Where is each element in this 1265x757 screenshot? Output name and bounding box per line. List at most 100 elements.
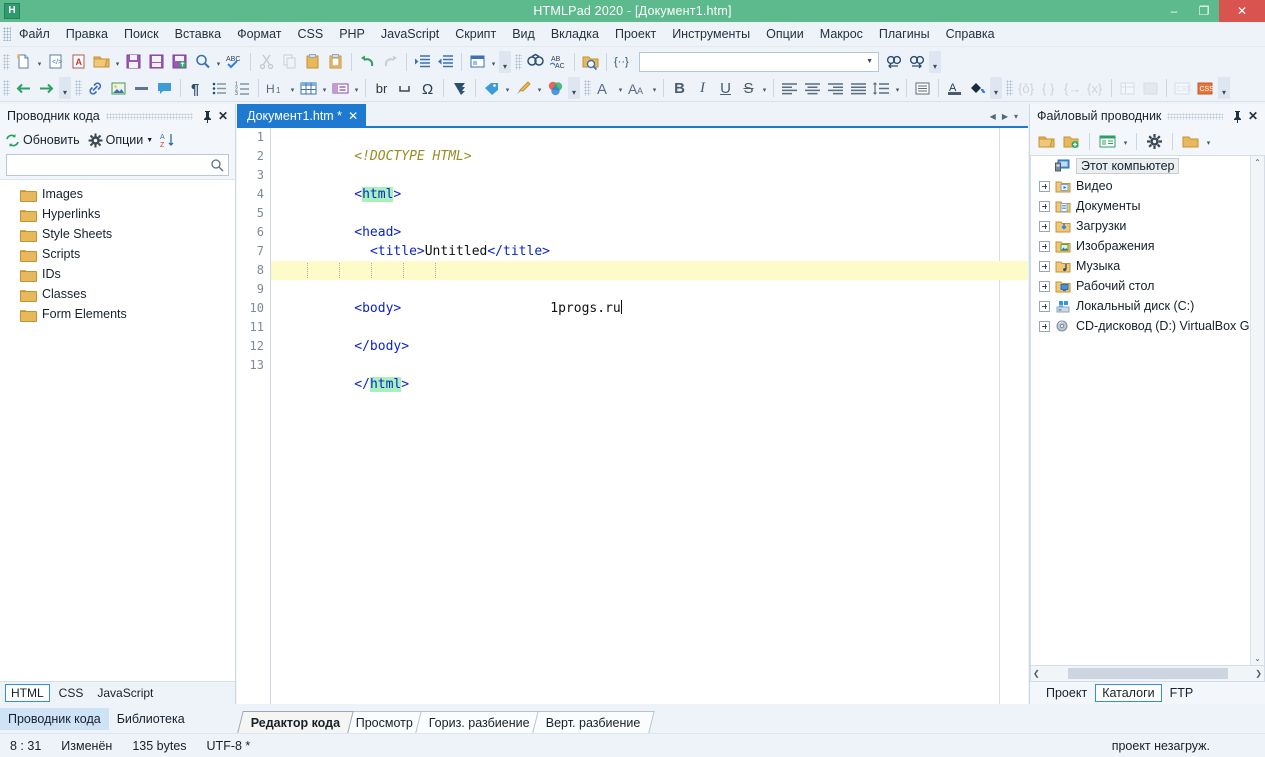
line-spacing-dropdown-icon[interactable]: ▾ [893,77,902,99]
link-icon[interactable] [84,77,107,100]
sort-az-button[interactable]: AZ [160,132,176,148]
menu-view[interactable]: Вид [504,24,543,44]
undo-icon[interactable] [356,50,379,73]
code-explorer-search-input[interactable] [6,154,229,176]
find-icon[interactable] [524,50,547,73]
menu-macro[interactable]: Макрос [812,24,871,44]
folder-dropdown-icon[interactable] [1179,130,1202,153]
menu-edit[interactable]: Правка [58,24,116,44]
tab-ftp[interactable]: FTP [1164,685,1200,701]
replace-icon[interactable]: AB AC [547,50,570,73]
toolbar2-overflow-button-4[interactable]: ▾ [1218,77,1230,99]
tree-item-ids[interactable]: IDs [0,264,235,284]
scroll-up-icon[interactable]: ⌃ [1254,156,1261,169]
tab-project[interactable]: Проект [1040,685,1093,701]
close-icon[interactable]: ✕ [215,109,231,123]
table-icon[interactable] [297,77,320,100]
indent-icon[interactable] [411,50,434,73]
align-left-icon[interactable] [778,77,801,100]
spellcheck-icon[interactable]: ABC [223,50,246,73]
lang-tab-css[interactable]: CSS [54,685,89,701]
preview-search-icon[interactable] [191,50,214,73]
font-dropdown-icon[interactable]: ▾ [616,77,625,99]
close-icon[interactable]: ✕ [348,109,358,123]
toolbar2-grip-handle[interactable] [3,80,10,96]
new-folder-icon[interactable] [1060,130,1083,153]
menu-javascript[interactable]: JavaScript [373,24,447,44]
file-tree-item-downloads[interactable]: Загрузки [1031,216,1264,236]
redo-icon[interactable] [379,50,402,73]
tree-item-style-sheets[interactable]: Style Sheets [0,224,235,244]
tab-code-explorer[interactable]: Проводник кода [0,708,109,730]
scrollbar-thumb[interactable] [1067,668,1228,679]
new-document-icon[interactable] [12,50,35,73]
copy-icon[interactable] [278,50,301,73]
tab-next-icon[interactable]: ▶ [1002,112,1008,121]
heading-icon[interactable]: H1 [263,77,288,100]
br-label[interactable]: br [370,77,393,100]
toolbar-grip-handle[interactable] [3,53,10,70]
toolbar2-grip-handle-3[interactable] [584,80,591,96]
unordered-list-icon[interactable] [208,77,231,100]
css-validate-icon[interactable]: CSS [1171,77,1194,100]
font-color-icon[interactable]: A [943,77,966,100]
lang-tab-javascript[interactable]: JavaScript [92,685,158,701]
menu-grip-handle[interactable] [3,27,11,41]
toolbar2-overflow-button-2[interactable]: ▾ [568,77,580,99]
pin-icon[interactable] [199,110,215,123]
toolbar-grip-handle-2[interactable] [515,53,522,70]
tree-item-classes[interactable]: Classes [0,284,235,304]
menu-format[interactable]: Формат [229,24,289,44]
toolbar-overflow-button-2[interactable]: ▾ [929,50,941,73]
code-line-8-current[interactable]: 1progs.ru [271,261,1028,316]
window-layout-dropdown-icon[interactable]: ▾ [489,51,498,73]
save-icon[interactable] [122,50,145,73]
table-grid-icon[interactable] [1116,77,1139,100]
file-tree-horizontal-scrollbar[interactable]: ❮ ❯ [1030,666,1265,682]
text-block-icon[interactable] [448,77,471,100]
file-tree-item-desktop[interactable]: Рабочий стол [1031,276,1264,296]
tree-item-form-elements[interactable]: Form Elements [0,304,235,324]
expand-icon[interactable] [1039,280,1050,292]
clipboard-icon[interactable] [324,50,347,73]
options-button[interactable]: Опции ▼ [88,133,153,148]
settings-gear-icon[interactable] [1143,130,1166,153]
font-size-dropdown-icon[interactable]: ▾ [650,77,659,99]
document-tab-dokument1[interactable]: Документ1.htm * ✕ [237,104,367,128]
nbsp-icon[interactable] [393,77,416,100]
paste-icon[interactable] [301,50,324,73]
menu-help[interactable]: Справка [938,24,1003,44]
image-icon[interactable] [107,77,130,100]
expand-icon[interactable] [1039,180,1050,192]
expand-icon[interactable] [1039,320,1050,332]
view-tab-horizontal-split[interactable]: Гориз. разбиение [415,711,544,733]
find-next-icon[interactable] [905,50,928,73]
ordered-list-icon[interactable]: 123 [231,77,254,100]
view-mode-dropdown-icon[interactable]: ▾ [1121,130,1130,152]
php-open-icon[interactable]: {ǒ} [1015,77,1038,100]
find-previous-icon[interactable] [882,50,905,73]
expand-icon[interactable] [1039,220,1050,232]
file-tree-item-local-disk-c[interactable]: Локальный диск (C:) [1031,296,1264,316]
frame-icon[interactable] [911,77,934,100]
menu-file[interactable]: Файл [11,24,58,44]
brush-icon[interactable] [512,77,535,100]
cut-icon[interactable] [255,50,278,73]
braces-arrow-icon[interactable]: {→} [1061,77,1084,100]
new-from-template-icon[interactable]: </> [44,50,67,73]
file-tree-item-music[interactable]: Музыка [1031,256,1264,276]
heading-dropdown-icon[interactable]: ▾ [288,77,297,99]
toolbar2-grip-handle-2[interactable] [75,80,82,96]
view-tab-vertical-split[interactable]: Верт. разбиение [532,711,655,733]
open-folder-dropdown-icon[interactable]: ▾ [113,51,122,73]
close-icon[interactable]: ✕ [1245,109,1261,123]
pin-icon[interactable] [1229,110,1245,123]
align-right-icon[interactable] [824,77,847,100]
find-in-files-icon[interactable] [579,50,602,73]
strikethrough-icon[interactable]: S [737,77,760,100]
toolbar2-overflow-button-3[interactable]: ▾ [990,77,1002,99]
expand-icon[interactable] [1039,300,1050,312]
code-content[interactable]: <!DOCTYPE HTML> <html> <head> <title>Unt… [271,128,1028,704]
font-icon[interactable]: A [593,77,616,100]
view-tab-code-editor[interactable]: Редактор кода [237,711,355,733]
